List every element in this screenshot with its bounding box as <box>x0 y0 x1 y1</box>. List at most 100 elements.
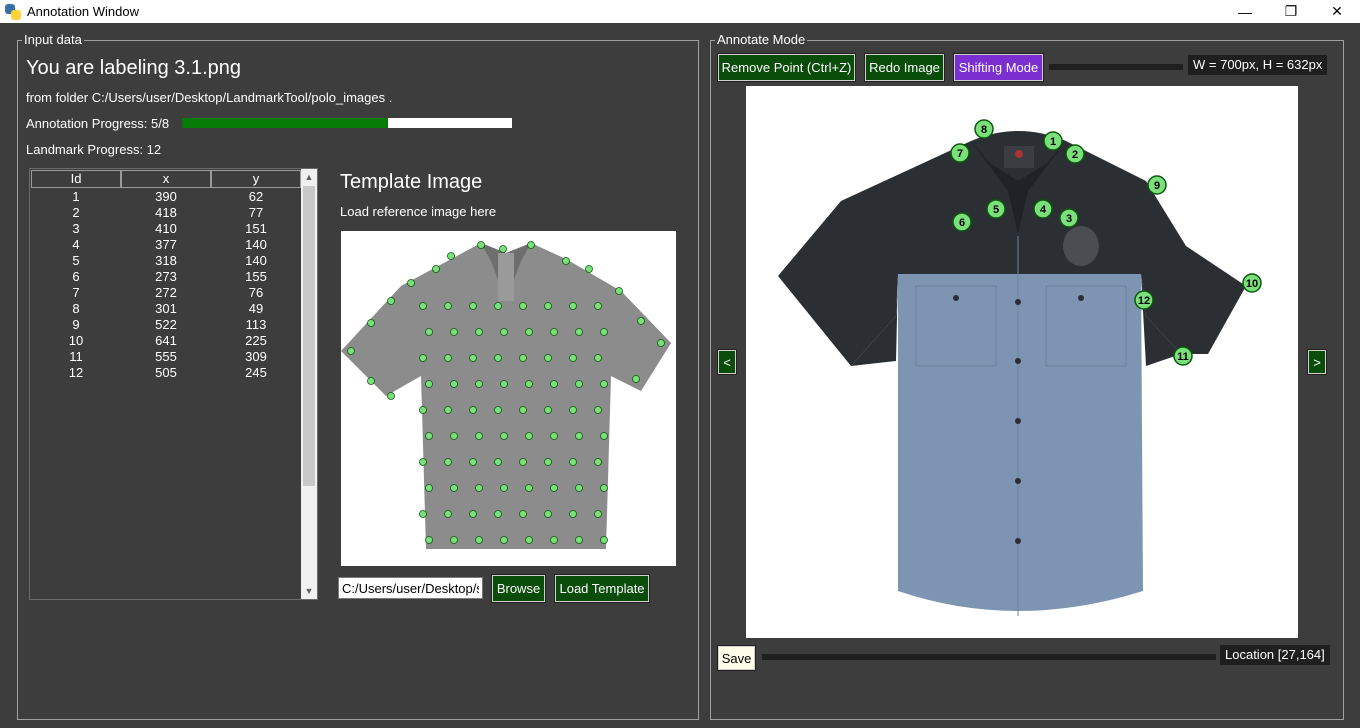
minimize-button[interactable]: — <box>1222 0 1268 23</box>
template-landmark-point <box>425 432 433 440</box>
table-row[interactable]: 4 377 140 <box>31 237 301 253</box>
remove-point-button[interactable]: Remove Point (Ctrl+Z) <box>717 53 856 82</box>
table-row[interactable]: 10 641 225 <box>31 333 301 349</box>
template-landmark-point <box>387 392 395 400</box>
table-row[interactable]: 11 555 309 <box>31 349 301 365</box>
template-landmark-point <box>594 406 602 414</box>
save-button[interactable]: Save <box>717 645 756 671</box>
landmark-table[interactable]: Id x y 1 390 62 2 418 77 3 410 151 4 377 140 5 318 140… <box>29 168 318 600</box>
table-row[interactable]: 5 318 140 <box>31 253 301 269</box>
template-landmark-point <box>407 279 415 287</box>
template-landmark-point <box>600 484 608 492</box>
landmark-progress-label: Landmark Progress: 12 <box>26 142 162 157</box>
template-landmark-point <box>500 328 508 336</box>
table-cell: 49 <box>248 301 264 316</box>
labeling-filename-label: You are labeling 3.1.png <box>26 57 241 79</box>
landmark-point[interactable]: 7 <box>950 143 970 163</box>
template-landmark-point <box>585 265 593 273</box>
table-row[interactable]: 8 301 49 <box>31 301 301 317</box>
template-landmark-point <box>519 354 527 362</box>
template-path-input[interactable] <box>338 577 483 599</box>
table-cell: 225 <box>245 333 267 348</box>
template-landmark-point <box>425 328 433 336</box>
table-row[interactable]: 6 273 155 <box>31 269 301 285</box>
table-cell: 301 <box>155 301 177 316</box>
scroll-thumb[interactable] <box>303 186 315 486</box>
table-cell: 6 <box>72 269 80 284</box>
shifting-mode-button[interactable]: Shifting Mode <box>953 53 1044 82</box>
landmark-point[interactable]: 3 <box>1059 208 1079 228</box>
template-landmark-point <box>575 380 583 388</box>
table-cell: 272 <box>155 285 177 300</box>
scroll-down-icon[interactable]: ▼ <box>301 583 317 599</box>
landmark-point[interactable]: 2 <box>1065 144 1085 164</box>
table-row[interactable]: 12 505 245 <box>31 365 301 381</box>
table-scrollbar[interactable]: ▲ ▼ <box>301 169 317 599</box>
next-image-button[interactable]: > <box>1307 349 1327 375</box>
template-landmark-point <box>500 536 508 544</box>
table-row[interactable]: 1 390 62 <box>31 189 301 205</box>
annotation-canvas[interactable]: 1 2 3 4 5 6 7 8 9 10 11 12 <box>746 86 1298 638</box>
template-landmark-point <box>432 265 440 273</box>
table-cell: 140 <box>245 237 267 252</box>
table-cell: 410 <box>155 221 177 236</box>
load-template-button[interactable]: Load Template <box>554 574 650 603</box>
template-landmark-point <box>475 432 483 440</box>
template-landmark-point <box>450 328 458 336</box>
template-landmark-point <box>615 287 623 295</box>
landmark-label: 1 <box>1050 136 1056 148</box>
template-landmark-point <box>450 536 458 544</box>
close-button[interactable]: ✕ <box>1314 0 1360 23</box>
column-header-x[interactable]: x <box>121 170 211 188</box>
template-landmark-point <box>425 536 433 544</box>
landmark-point[interactable]: 10 <box>1242 273 1262 293</box>
template-landmark-point <box>450 380 458 388</box>
template-landmark-point <box>544 354 552 362</box>
landmark-point[interactable]: 12 <box>1134 290 1154 310</box>
template-subtitle: Load reference image here <box>340 204 497 219</box>
landmark-point[interactable]: 1 <box>1043 131 1063 151</box>
work-shirt-image: 123456789101112 <box>778 119 1262 616</box>
top-horizontal-scrollbar[interactable] <box>1049 64 1183 70</box>
browse-button[interactable]: Browse <box>491 574 546 603</box>
previous-image-button[interactable]: < <box>717 349 737 375</box>
table-cell: 3 <box>72 221 80 236</box>
template-landmark-point <box>444 302 452 310</box>
template-landmark-point <box>525 328 533 336</box>
landmark-point[interactable]: 4 <box>1033 199 1053 219</box>
template-landmark-point <box>494 354 502 362</box>
table-row[interactable]: 2 418 77 <box>31 205 301 221</box>
table-row[interactable]: 3 410 151 <box>31 221 301 237</box>
landmark-label: 6 <box>959 217 965 229</box>
template-landmark-point <box>525 380 533 388</box>
redo-image-button[interactable]: Redo Image <box>864 53 945 82</box>
template-landmark-point <box>519 406 527 414</box>
landmark-point[interactable]: 11 <box>1173 346 1193 366</box>
table-row[interactable]: 9 522 113 <box>31 317 301 333</box>
template-landmark-point <box>550 536 558 544</box>
template-landmark-point <box>657 339 665 347</box>
column-header-y[interactable]: y <box>211 170 301 188</box>
template-landmark-point <box>347 347 355 355</box>
landmark-point[interactable]: 9 <box>1147 175 1167 195</box>
landmark-point[interactable]: 5 <box>986 199 1006 219</box>
table-cell: 151 <box>245 221 267 236</box>
template-landmark-point <box>600 380 608 388</box>
landmark-label: 9 <box>1154 180 1160 192</box>
table-row[interactable]: 7 272 76 <box>31 285 301 301</box>
scroll-up-icon[interactable]: ▲ <box>301 169 317 185</box>
template-landmark-point <box>444 510 452 518</box>
template-landmark-point <box>575 484 583 492</box>
table-cell: 4 <box>72 237 80 252</box>
landmark-point[interactable]: 6 <box>952 212 972 232</box>
column-header-id[interactable]: Id <box>31 170 121 188</box>
maximize-button[interactable]: ❐ <box>1268 0 1314 23</box>
template-landmark-point <box>519 510 527 518</box>
table-cell: 273 <box>155 269 177 284</box>
landmark-label: 4 <box>1040 204 1047 216</box>
table-cell: 155 <box>245 269 267 284</box>
template-polo-shirt <box>341 241 671 549</box>
template-landmark-point <box>600 432 608 440</box>
bottom-horizontal-scrollbar[interactable] <box>762 654 1216 660</box>
landmark-point[interactable]: 8 <box>974 119 994 139</box>
